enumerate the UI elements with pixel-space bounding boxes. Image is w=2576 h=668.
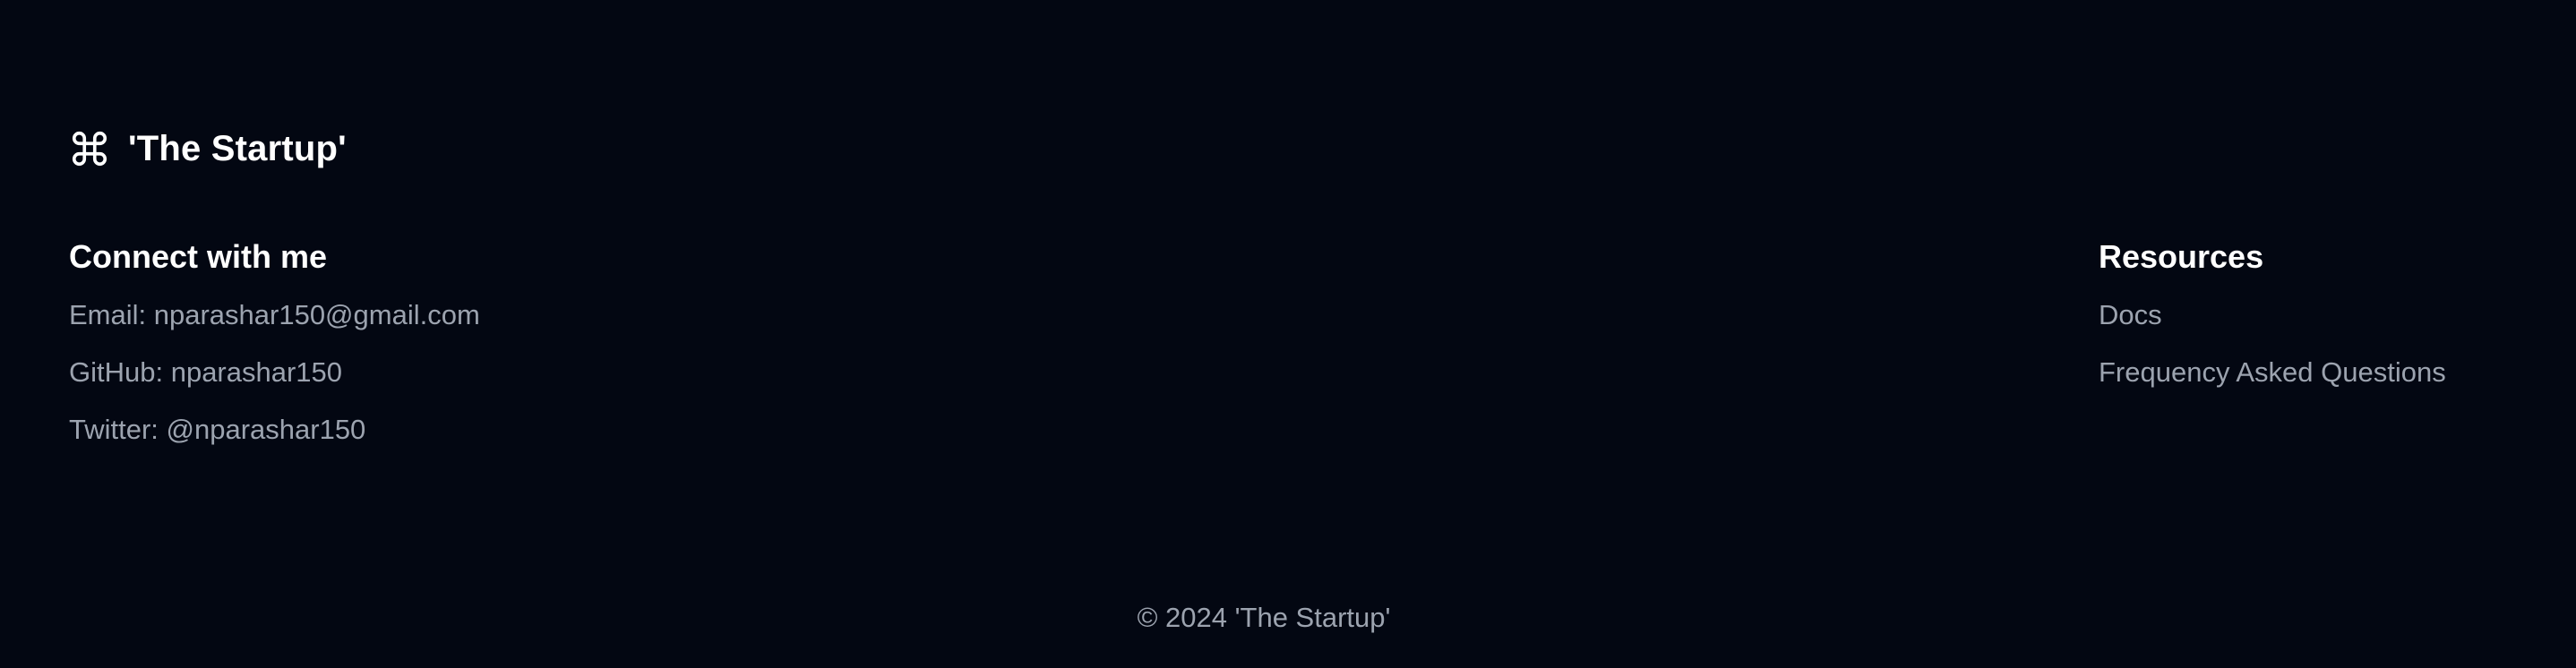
copyright: © 2024 'The Startup' (1137, 602, 1391, 633)
brand[interactable]: 'The Startup' (69, 125, 347, 172)
twitter-link[interactable]: Twitter: @nparashar150 (69, 414, 365, 445)
brand-title: 'The Startup' (128, 128, 347, 168)
list-item[interactable]: Email: nparashar150@gmail.com (69, 294, 480, 337)
connect-list: Email: nparashar150@gmail.com GitHub: np… (69, 294, 480, 451)
github-link[interactable]: GitHub: nparashar150 (69, 356, 342, 388)
list-item[interactable]: Docs (2099, 294, 2446, 337)
resources-section: Resources Docs Frequency Asked Questions (2099, 235, 2446, 408)
email-link[interactable]: Email: nparashar150@gmail.com (69, 299, 480, 330)
faq-link[interactable]: Frequency Asked Questions (2099, 356, 2446, 388)
list-item[interactable]: Twitter: @nparashar150 (69, 408, 480, 451)
connect-section: Connect with me Email: nparashar150@gmai… (69, 235, 480, 466)
list-item[interactable]: Frequency Asked Questions (2099, 351, 2446, 394)
resources-list: Docs Frequency Asked Questions (2099, 294, 2446, 394)
docs-link[interactable]: Docs (2099, 299, 2162, 330)
list-item[interactable]: GitHub: nparashar150 (69, 351, 480, 394)
connect-heading: Connect with me (69, 238, 328, 275)
site-footer: 'The Startup' Connect with me Email: npa… (0, 0, 2576, 668)
resources-heading: Resources (2099, 238, 2264, 275)
command-icon (69, 128, 110, 169)
